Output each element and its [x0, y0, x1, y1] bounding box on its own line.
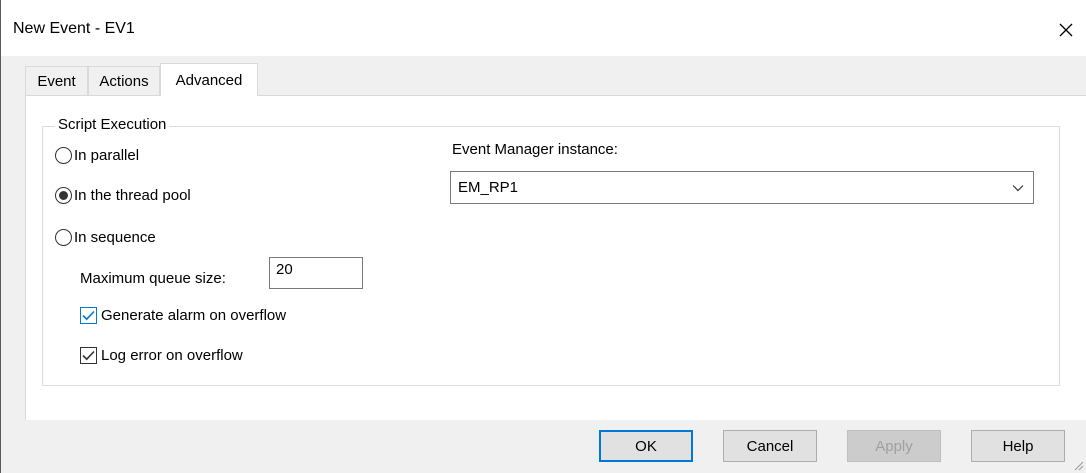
log-error-checkbox-row[interactable]: Log error on overflow — [80, 347, 243, 364]
close-icon — [1059, 23, 1073, 37]
event-manager-selected-value: EM_RP1 — [458, 179, 519, 196]
script-execution-group: Script Execution In parallel In the thre… — [42, 116, 1060, 386]
event-manager-label: Event Manager instance: — [452, 141, 618, 158]
tab-strip: Event Actions Advanced — [1, 56, 1086, 96]
tab-advanced[interactable]: Advanced — [160, 63, 258, 96]
tab-advanced-label: Advanced — [175, 71, 243, 89]
radio-circle-selected[interactable] — [55, 187, 72, 204]
script-execution-legend: Script Execution — [55, 116, 170, 133]
log-error-label: Log error on overflow — [101, 347, 243, 364]
radio-in-sequence-label: In sequence — [74, 229, 156, 246]
radio-dot — [59, 191, 68, 200]
max-queue-size-input[interactable]: 20 — [269, 257, 363, 289]
radio-circle[interactable] — [55, 147, 72, 164]
resize-grip-icon[interactable] — [1072, 459, 1084, 471]
chevron-down-icon — [1012, 184, 1024, 191]
radio-in-parallel[interactable]: In parallel — [55, 147, 139, 164]
apply-button[interactable]: Apply — [847, 430, 941, 462]
event-manager-select[interactable]: EM_RP1 — [450, 171, 1034, 204]
tab-actions-label: Actions — [99, 73, 149, 90]
help-button[interactable]: Help — [971, 430, 1065, 462]
window-title: New Event - EV1 — [13, 20, 135, 37]
generate-alarm-label: Generate alarm on overflow — [101, 307, 287, 324]
dropdown-arrow[interactable] — [1003, 184, 1033, 192]
cancel-button[interactable]: Cancel — [723, 430, 817, 462]
max-queue-size-label: Maximum queue size: — [80, 270, 226, 287]
tab-event-label: Event — [37, 73, 76, 90]
radio-circle[interactable] — [55, 229, 72, 246]
radio-in-parallel-label: In parallel — [74, 147, 140, 164]
log-error-checkbox[interactable] — [80, 347, 97, 364]
tab-actions[interactable]: Actions — [88, 66, 160, 96]
generate-alarm-checkbox-row[interactable]: Generate alarm on overflow — [80, 307, 286, 324]
title-bar[interactable]: New Event - EV1 — [1, 0, 1086, 56]
checkmark-icon — [82, 350, 95, 361]
generate-alarm-checkbox[interactable] — [80, 307, 97, 324]
close-button[interactable] — [1046, 12, 1086, 48]
dialog-window: New Event - EV1 Event Actions Advanced S… — [0, 0, 1086, 473]
radio-in-thread-pool[interactable]: In the thread pool — [55, 187, 191, 204]
tab-event[interactable]: Event — [25, 66, 88, 96]
checkmark-icon — [82, 310, 95, 321]
advanced-tab-panel: Script Execution In parallel In the thre… — [25, 95, 1086, 420]
radio-in-thread-pool-label: In the thread pool — [74, 187, 191, 204]
ok-button[interactable]: OK — [599, 430, 693, 462]
radio-in-sequence[interactable]: In sequence — [55, 229, 156, 246]
